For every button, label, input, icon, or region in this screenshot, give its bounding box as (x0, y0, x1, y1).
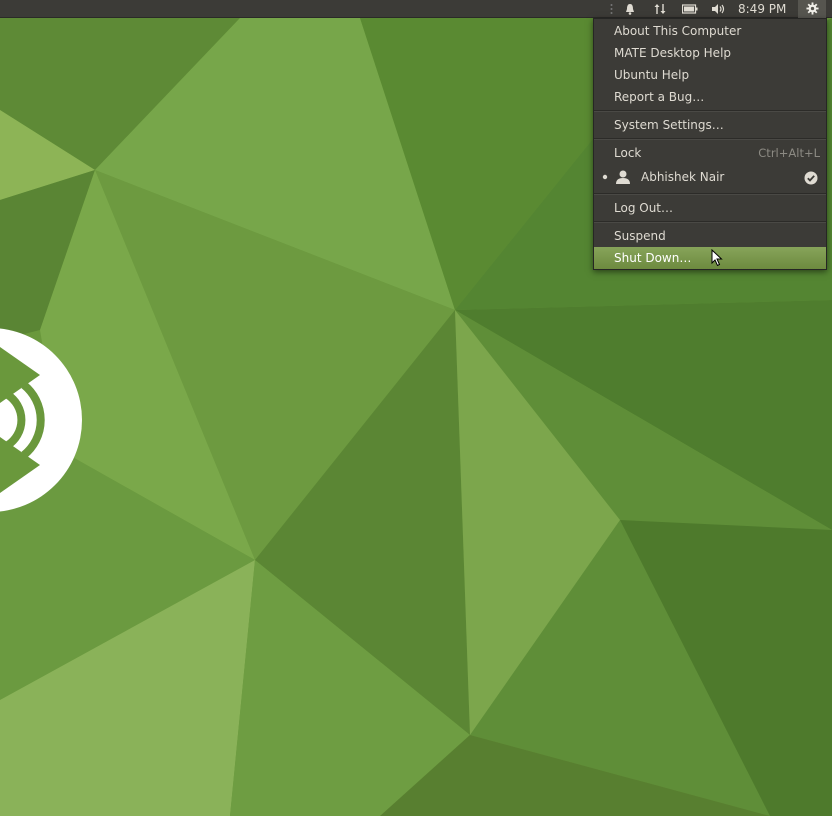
menu-item-label: Lock (614, 146, 642, 160)
battery-icon[interactable] (680, 0, 700, 18)
clock[interactable]: 8:49 PM (738, 0, 786, 18)
volume-icon[interactable] (708, 0, 730, 18)
gear-icon (805, 0, 819, 19)
session-menu-button[interactable] (798, 0, 826, 18)
menu-item-label: About This Computer (614, 24, 742, 38)
top-panel: 8:49 PM (0, 0, 832, 18)
menu-item-label: System Settings… (614, 118, 724, 132)
user-icon (615, 169, 631, 192)
checkmark-icon (804, 170, 818, 192)
menu-item-report-a-bug[interactable]: Report a Bug… (594, 86, 826, 108)
menu-item-mate-desktop-help[interactable]: MATE Desktop Help (594, 42, 826, 64)
mouse-cursor-icon (711, 248, 723, 271)
menu-separator (594, 110, 826, 112)
menu-item-label: MATE Desktop Help (614, 46, 732, 60)
menu-item-ubuntu-help[interactable]: Ubuntu Help (594, 64, 826, 86)
active-user-bullet (602, 166, 608, 195)
network-arrows-icon[interactable] (650, 0, 670, 18)
panel-handle (608, 0, 614, 18)
menu-item-label: Log Out… (614, 201, 674, 215)
menu-separator (594, 221, 826, 223)
menu-item-label: Shut Down… (614, 251, 692, 265)
menu-item-shut-down[interactable]: Shut Down… (594, 247, 826, 269)
menu-separator (594, 138, 826, 140)
menu-item-user-abhishek-nair[interactable]: Abhishek Nair (594, 166, 826, 188)
notification-bell-icon[interactable] (620, 0, 640, 18)
menu-item-label: Report a Bug… (614, 90, 705, 104)
menu-item-label: Suspend (614, 229, 666, 243)
menu-item-label: Abhishek Nair (641, 170, 725, 184)
lock-shortcut: Ctrl+Alt+L (758, 146, 820, 160)
menu-item-label: Ubuntu Help (614, 68, 690, 82)
menu-item-about-this-computer[interactable]: About This Computer (594, 20, 826, 42)
menu-item-lock[interactable]: Lock Ctrl+Alt+L (594, 142, 826, 164)
menu-item-system-settings[interactable]: System Settings… (594, 114, 826, 136)
menu-item-log-out[interactable]: Log Out… (594, 197, 826, 219)
menu-separator (594, 193, 826, 195)
session-menu: About This Computer MATE Desktop Help Ub… (593, 18, 827, 270)
menu-item-suspend[interactable]: Suspend (594, 225, 826, 247)
